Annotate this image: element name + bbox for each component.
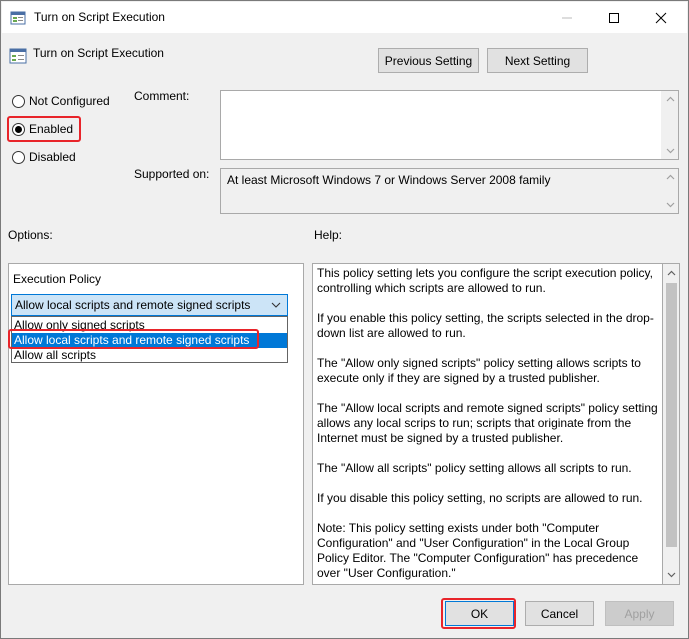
- maximize-button[interactable]: [591, 2, 637, 33]
- help-paragraph: If you enable this policy setting, the s…: [317, 311, 654, 340]
- policy-header-icon: [9, 48, 27, 64]
- close-button[interactable]: [638, 2, 684, 33]
- supported-on-value: At least Microsoft Windows 7 or Windows …: [227, 173, 551, 187]
- scroll-up-icon[interactable]: [666, 95, 675, 104]
- apply-button[interactable]: Apply: [605, 601, 674, 626]
- minimize-button[interactable]: [544, 2, 590, 33]
- ok-button[interactable]: OK: [445, 601, 514, 626]
- maximize-icon: [609, 13, 619, 23]
- title-bar[interactable]: Turn on Script Execution: [2, 2, 687, 33]
- help-panel: This policy setting lets you configure t…: [312, 263, 663, 585]
- scroll-up-icon[interactable]: [667, 269, 676, 278]
- options-panel: Execution Policy Allow local scripts and…: [8, 263, 304, 585]
- dropdown-option-signed[interactable]: Allow only signed scripts: [12, 318, 287, 333]
- minimize-icon: [562, 17, 572, 19]
- supported-scrollbar[interactable]: [661, 169, 678, 213]
- scroll-up-icon[interactable]: [666, 173, 675, 182]
- radio-label-disabled: Disabled: [29, 150, 76, 164]
- scroll-down-icon[interactable]: [666, 146, 675, 155]
- scroll-thumb[interactable]: [666, 283, 677, 547]
- help-text: This policy setting lets you configure t…: [317, 266, 659, 584]
- radio-disabled[interactable]: Disabled: [12, 149, 76, 165]
- help-paragraph: The "Allow only signed scripts" policy s…: [317, 356, 641, 385]
- comment-textarea[interactable]: [220, 90, 679, 160]
- radio-not-configured[interactable]: Not Configured: [12, 93, 110, 109]
- radio-label-not-configured: Not Configured: [29, 94, 110, 108]
- supported-on-box: At least Microsoft Windows 7 or Windows …: [220, 168, 679, 214]
- policy-icon: [10, 11, 26, 25]
- scroll-down-icon[interactable]: [667, 570, 676, 579]
- next-setting-button[interactable]: Next Setting: [487, 48, 588, 73]
- help-paragraph: Note: This policy setting exists under b…: [317, 521, 639, 580]
- execution-policy-select[interactable]: Allow local scripts and remote signed sc…: [11, 294, 288, 316]
- execution-policy-dropdown: Allow only signed scripts Allow local sc…: [11, 316, 288, 363]
- comment-label: Comment:: [134, 89, 190, 103]
- help-paragraph: The "Allow all scripts" policy setting a…: [317, 461, 632, 475]
- policy-dialog: Turn on Script Execution Turn on Script …: [0, 0, 689, 639]
- chevron-down-icon: [271, 302, 281, 308]
- help-paragraph: If you disable this policy setting, no s…: [317, 491, 643, 505]
- policy-title: Turn on Script Execution: [33, 46, 164, 60]
- select-value: Allow local scripts and remote signed sc…: [15, 298, 251, 312]
- execution-policy-label: Execution Policy: [13, 272, 102, 286]
- help-paragraph: The "Allow local scripts and remote sign…: [317, 401, 658, 445]
- options-label: Options:: [8, 228, 53, 242]
- comment-scrollbar[interactable]: [661, 91, 678, 159]
- help-label: Help:: [314, 228, 343, 242]
- dropdown-option-local-remote[interactable]: Allow local scripts and remote signed sc…: [12, 333, 287, 348]
- radio-circle[interactable]: [12, 94, 25, 108]
- supported-on-label: Supported on:: [134, 167, 210, 181]
- help-paragraph: This policy setting lets you configure t…: [317, 266, 653, 295]
- radio-enabled[interactable]: Enabled: [12, 121, 73, 137]
- radio-label-enabled: Enabled: [29, 122, 74, 136]
- dropdown-option-all[interactable]: Allow all scripts: [12, 348, 287, 363]
- radio-circle[interactable]: [12, 150, 25, 164]
- help-scrollbar[interactable]: [663, 263, 680, 585]
- window-title: Turn on Script Execution: [34, 10, 165, 24]
- previous-setting-button[interactable]: Previous Setting: [378, 48, 479, 73]
- close-icon: [655, 12, 667, 24]
- cancel-button[interactable]: Cancel: [525, 601, 594, 626]
- scroll-down-icon[interactable]: [666, 200, 675, 209]
- radio-circle-checked[interactable]: [12, 122, 25, 136]
